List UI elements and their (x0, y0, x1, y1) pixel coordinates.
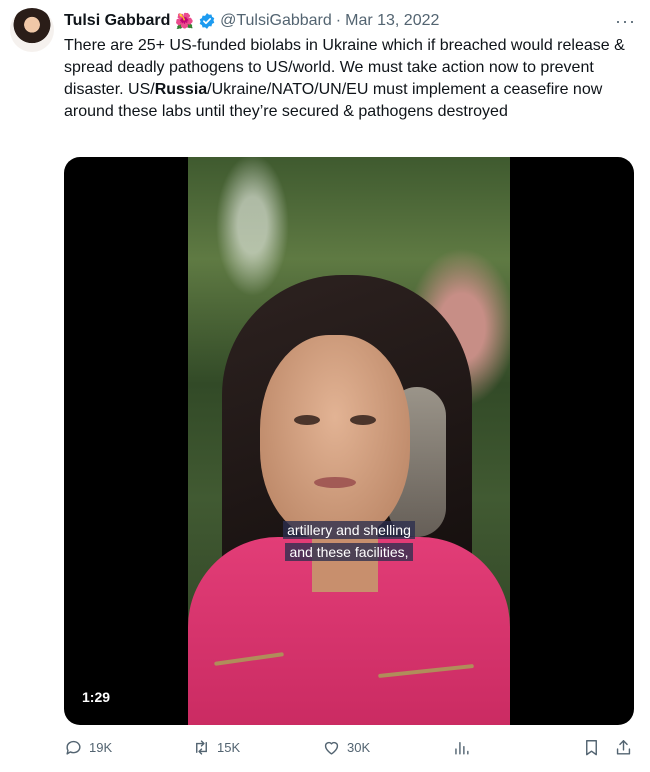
flower-emoji: 🌺 (175, 13, 195, 30)
caption-line-1: artillery and shelling (283, 521, 415, 539)
shirt-zipper-left (214, 652, 284, 666)
avatar[interactable] (10, 8, 54, 52)
tweet-date[interactable]: Mar 13, 2022 (345, 12, 439, 30)
like-icon (324, 741, 339, 755)
caption-line-2: and these facilities, (285, 543, 413, 561)
verified-badge-icon (199, 13, 215, 29)
share-icon (616, 740, 631, 755)
reply-icon (66, 740, 81, 755)
video-frame[interactable]: artillery and shelling and these facilit… (188, 157, 510, 725)
video-mouth (314, 477, 356, 488)
video-eye-right (350, 415, 376, 425)
like-button[interactable]: 30K (322, 738, 370, 757)
share-button[interactable] (614, 738, 633, 757)
video-eye-left (294, 415, 320, 425)
video-duration: 1:29 (82, 689, 111, 705)
repost-button[interactable]: 15K (192, 738, 240, 757)
separator-dot: · (335, 12, 342, 29)
author-name[interactable]: Tulsi Gabbard (64, 12, 170, 30)
analytics-icon (455, 742, 469, 755)
action-bar: 19K 15K 30K (64, 738, 636, 762)
bookmark-button[interactable] (582, 738, 601, 757)
tweet-header: Tulsi Gabbard 🌺 @TulsiGabbard · Mar 13, … (64, 10, 636, 32)
repost-count: 15K (217, 740, 241, 755)
reply-button[interactable]: 19K (64, 738, 112, 757)
repost-icon (196, 740, 207, 755)
video-caption: artillery and shelling and these facilit… (280, 519, 418, 563)
video-player[interactable]: artillery and shelling and these facilit… (64, 157, 634, 725)
tweet-text-highlight: Russia (154, 81, 208, 98)
tweet-text: There are 25+ US-funded biolabs in Ukrai… (64, 35, 636, 123)
more-icon[interactable]: ··· (615, 11, 636, 32)
analytics-button[interactable] (452, 738, 471, 757)
bookmark-icon (586, 740, 597, 756)
author-handle[interactable]: @TulsiGabbard (220, 12, 332, 30)
reply-count: 19K (89, 740, 113, 755)
video-face (260, 335, 410, 540)
shirt-zipper-right (378, 663, 474, 679)
like-count: 30K (347, 740, 371, 755)
